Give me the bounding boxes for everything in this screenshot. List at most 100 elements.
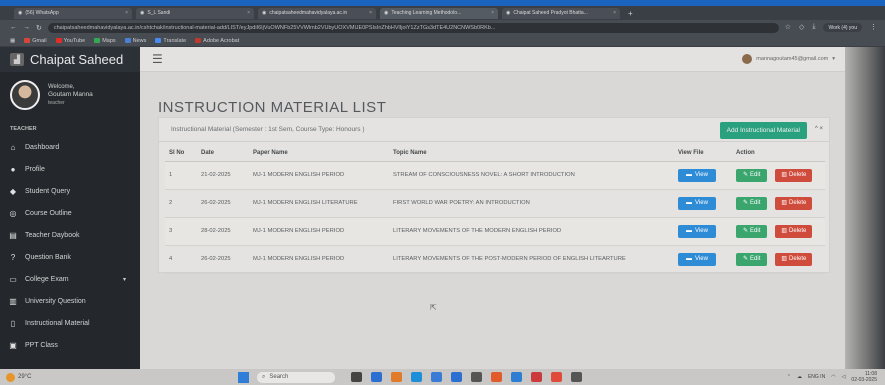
bookmark-item[interactable]: Gmail [24, 38, 47, 44]
tray-chevron-icon[interactable]: ⌃ [787, 374, 791, 380]
table-row: 2 26-02-2025 MJ-1 MODERN ENGLISH LITERATUR… [165, 189, 825, 218]
edit-button[interactable]: ✎ Edit [736, 196, 768, 210]
taskbar-app-icon[interactable] [571, 372, 582, 382]
home-icon: ⌂ [10, 142, 16, 152]
tab-favicon-icon: ◉ [140, 10, 145, 16]
browser-tab[interactable]: ◉ S_L Sandi × [136, 7, 254, 19]
taskbar-app-icon[interactable] [391, 372, 402, 382]
sidebar-item-dashboard[interactable]: ⌂ Dashboard [0, 136, 140, 158]
taskbar-app-icon[interactable] [351, 372, 362, 382]
taskbar-app-icon[interactable] [491, 372, 502, 382]
forward-icon[interactable]: → [23, 24, 30, 31]
close-icon[interactable]: × [369, 10, 372, 16]
apps-icon[interactable]: ▦ [10, 38, 15, 44]
trash-icon: ▥ [781, 172, 788, 178]
pencil-icon: ✎ [743, 228, 749, 234]
cell-topic: FIRST WORLD WAR POETRY: AN INTRODUCTION [389, 189, 674, 218]
menu-icon[interactable]: ⋮ [870, 23, 877, 32]
system-tray: ⌃ ☁ ENG IN ◠ ◁ 11:08 02-03-2025 [787, 371, 885, 383]
target-icon: ◎ [9, 208, 17, 218]
bookmark-item[interactable]: News [124, 38, 146, 44]
mouse-cursor-icon: ⇱ [430, 303, 437, 312]
taskbar-search[interactable]: ⌕ Search [257, 371, 335, 383]
weather-temp: 29°C [18, 374, 32, 380]
edit-button[interactable]: ✎ Edit [736, 224, 768, 238]
weather-widget[interactable]: 29°C [0, 372, 220, 382]
star-icon[interactable]: ☆ [785, 23, 791, 32]
add-instructional-material-button[interactable]: Add Instructional Material [719, 122, 807, 139]
bookmark-item[interactable]: Maps [94, 38, 116, 44]
cloud-icon[interactable]: ☁ [797, 374, 802, 380]
table-row: 1 21-02-2025 MJ-1 MODERN ENGLISH PERIOD STR… [165, 161, 825, 190]
taskbar-app-icon[interactable] [471, 372, 482, 382]
clock[interactable]: 11:08 02-03-2025 [851, 371, 877, 383]
cell-topic: LITERARY MOVEMENTS OF THE MODERN ENGLISH… [389, 217, 674, 246]
close-icon[interactable]: × [613, 10, 616, 16]
close-icon[interactable]: × [247, 10, 250, 16]
cell-topic: LITERARY MOVEMENTS OF THE POST-MODERN PE… [389, 245, 674, 274]
volume-icon[interactable]: ◁ [842, 374, 846, 380]
browser-tab[interactable]: ◉ Teaching Learning Methodolo... × [380, 7, 498, 19]
sidebar-item-university-question[interactable]: ▥ University Question [0, 290, 140, 312]
view-button[interactable]: ▬ View [678, 224, 716, 238]
tab-favicon-icon: ◉ [384, 10, 389, 16]
bookmark-item[interactable]: YouTube [55, 38, 85, 44]
view-button[interactable]: ▬ View [678, 252, 716, 266]
column-header: Sl No [165, 146, 197, 162]
pencil-icon: ✎ [743, 172, 749, 178]
tab-favicon-icon: ◉ [262, 10, 267, 16]
taskbar-app-icon[interactable] [531, 372, 542, 382]
sidebar-item-college-exam[interactable]: ▭ College Exam ▾ [0, 268, 140, 290]
taskbar-app-icon[interactable] [551, 372, 562, 382]
browser-tab[interactable]: ◉ Chaipat Saheed Pradyot Bhatta... × [502, 7, 620, 19]
column-header: Topic Name [389, 146, 674, 162]
sidebar-item-instructional-material[interactable]: ▯ Instructional Material [0, 312, 140, 334]
taskbar-app-icon[interactable] [511, 372, 522, 382]
wifi-icon[interactable]: ◠ [831, 374, 835, 380]
reload-icon[interactable]: ↻ [36, 24, 42, 32]
close-icon[interactable]: × [491, 10, 494, 16]
panel-collapse-close[interactable]: ^ × [815, 126, 823, 132]
view-button[interactable]: ▬ View [678, 196, 716, 210]
windows-start-icon[interactable] [238, 371, 249, 383]
taskbar-app-icon[interactable] [431, 372, 442, 382]
user-role: teacher [48, 100, 65, 106]
browser-tab[interactable]: ◉ chaipatsaheedmahavidyalaya.ac.in × [258, 7, 376, 19]
brand[interactable]: ▟ Chaipat Saheed [0, 47, 140, 72]
url-field[interactable]: chaipatsaheedmahavidyalaya.ac.in/cshtcha… [47, 22, 779, 33]
tab-label: Teaching Learning Methodolo... [391, 10, 462, 16]
close-icon[interactable]: × [125, 10, 128, 16]
cell-view: ▬ View [674, 189, 732, 218]
sidebar-item-course-outline[interactable]: ◎ Course Outline [0, 202, 140, 224]
taskbar-app-icon[interactable] [451, 372, 462, 382]
edit-button[interactable]: ✎ Edit [736, 252, 768, 266]
delete-button[interactable]: ▥ Delete [775, 196, 813, 210]
edit-label: Edit [750, 172, 761, 178]
account-avatar [742, 54, 753, 64]
bookmark-item[interactable]: Translate [155, 38, 186, 44]
back-icon[interactable]: ← [10, 24, 17, 31]
view-button[interactable]: ▬ View [678, 168, 716, 182]
sidebar-item-profile[interactable]: ● Profile [0, 158, 140, 180]
taskbar-app-icon[interactable] [411, 372, 422, 382]
language-indicator[interactable]: ENG IN [808, 374, 825, 380]
taskbar-app-icon[interactable] [371, 372, 382, 382]
sidebar-item-ppt-class[interactable]: ▣ PPT Class [0, 334, 140, 356]
profile-button[interactable]: Work (4) you [823, 23, 862, 32]
sidebar-item-teacher-daybook[interactable]: ▤ Teacher Daybook [0, 224, 140, 246]
sidebar-item-question-bank[interactable]: ? Question Bank [0, 246, 140, 268]
delete-button[interactable]: ▥ Delete [775, 252, 813, 266]
bookmark-item[interactable]: Adobe Acrobat [195, 38, 239, 44]
new-tab-icon[interactable]: + [628, 9, 633, 18]
edit-button[interactable]: ✎ Edit [736, 168, 768, 182]
delete-button[interactable]: ▥ Delete [775, 168, 813, 182]
sidebar-item-student-query[interactable]: ◆ Student Query [0, 180, 140, 202]
file-icon: ▬ [686, 256, 692, 262]
hamburger-menu-icon[interactable]: ☰ [152, 52, 163, 66]
browser-tab[interactable]: ◉ (56) WhatsApp × [14, 7, 132, 19]
account-menu[interactable]: mannagoutam45@gmail.com ▾ [742, 54, 835, 64]
extensions-icon[interactable]: ◇ [799, 23, 804, 32]
download-icon[interactable]: ⤓ [812, 23, 815, 32]
cell-paper: MJ-1 MODERN ENGLISH LITERATURE [249, 189, 389, 218]
delete-button[interactable]: ▥ Delete [775, 224, 813, 238]
